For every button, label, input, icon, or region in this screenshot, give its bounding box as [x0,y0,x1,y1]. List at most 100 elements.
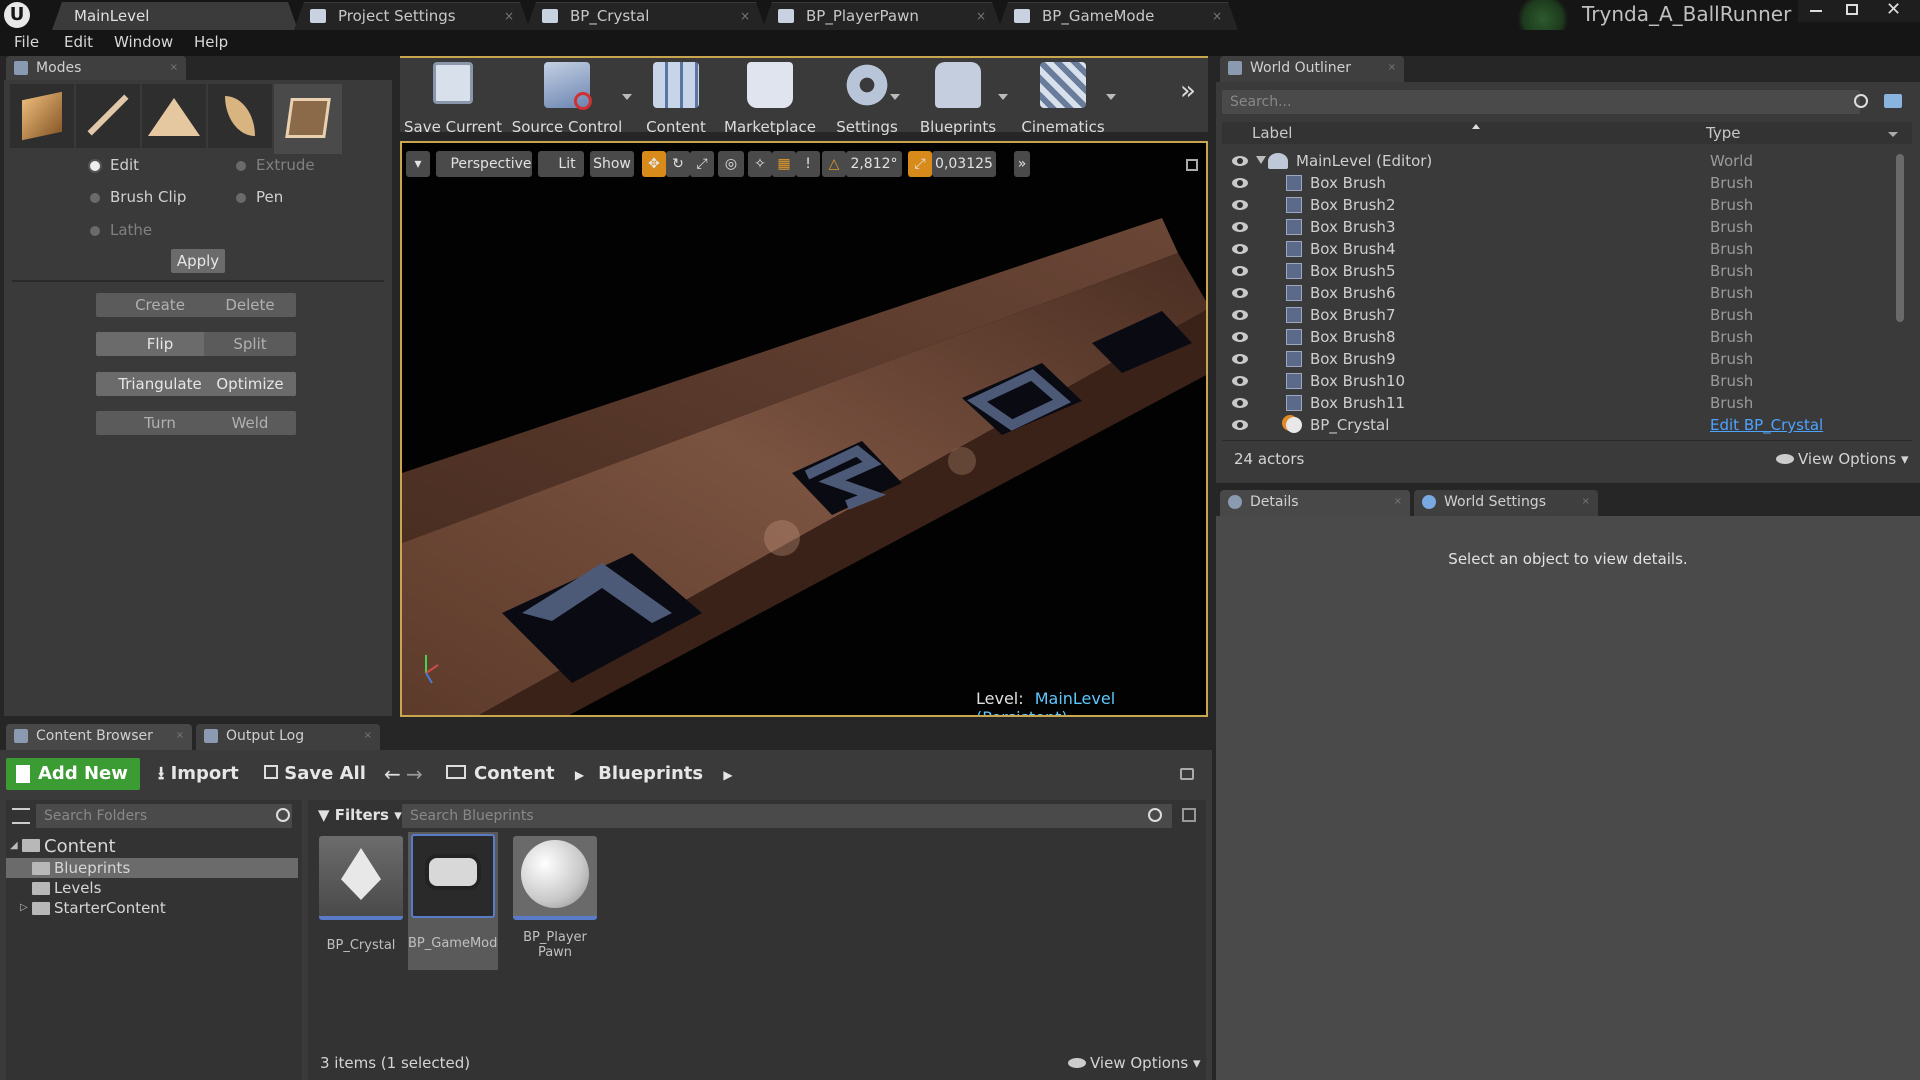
blueprints-button[interactable]: Blueprints [914,58,1002,140]
col-label[interactable]: Label [1252,124,1292,142]
rotation-snap-toggle[interactable]: △ [822,151,846,177]
save-current-button[interactable]: Save Current [404,58,502,140]
expand-arrow-icon[interactable]: ◢ [10,840,18,851]
grid-snap-button[interactable]: ▦ [772,151,796,177]
tab-modes[interactable]: Modes × [6,56,186,80]
asset-view-options[interactable]: View Options ▾ [1068,1054,1201,1072]
close-icon[interactable]: × [976,3,986,29]
list-item[interactable]: Box Brush Brush [1222,172,1902,194]
save-search-icon[interactable] [1182,808,1196,822]
split-button[interactable]: Split [204,332,296,356]
breadcrumb-blueprints[interactable]: Blueprints [598,763,703,784]
rotation-snap-value[interactable]: 2,812° [846,151,902,177]
visibility-eye-icon[interactable] [1232,222,1248,232]
tab-output-log[interactable]: Output Log × [196,724,380,750]
sources-toggle-icon[interactable] [12,808,30,824]
list-item[interactable]: Box Brush4 Brush [1222,238,1902,260]
radio-brush-clip[interactable]: Brush Clip [89,188,186,206]
close-icon[interactable]: × [740,3,750,29]
visibility-eye-icon[interactable] [1232,178,1248,188]
chevron-down-icon[interactable] [622,94,632,100]
close-window-icon[interactable]: ✕ [1886,0,1901,20]
visibility-eye-icon[interactable] [1232,288,1248,298]
toolbar-overflow-icon[interactable]: » [1180,76,1196,106]
mode-landscape-button[interactable] [142,84,206,148]
chevron-down-icon[interactable] [1888,132,1898,137]
translate-tool-button[interactable]: ✥ [642,151,666,177]
list-item[interactable]: Box Brush6 Brush [1222,282,1902,304]
surface-snap-button[interactable]: ✧ [748,151,772,177]
visibility-eye-icon[interactable] [1232,398,1248,408]
apply-button[interactable]: Apply [171,249,225,273]
back-arrow-icon[interactable]: ← [384,762,401,786]
cinematics-button[interactable]: Cinematics [1016,58,1110,140]
scale-snap-value[interactable]: 0,03125 [932,151,996,177]
col-type[interactable]: Type [1706,124,1740,142]
folder-blueprints[interactable]: Blueprints [32,859,130,877]
folder-content[interactable]: Content [22,836,116,857]
viewport-options-button[interactable]: ▾ [406,151,430,177]
visibility-eye-icon[interactable] [1232,244,1248,254]
maximize-icon[interactable] [1846,4,1858,15]
menu-window[interactable]: Window [114,33,173,51]
list-item[interactable]: MainLevel (Editor) World [1222,150,1902,172]
mode-foliage-button[interactable] [208,84,272,148]
list-item[interactable]: Box Brush11 Brush [1222,392,1902,414]
close-icon[interactable]: × [170,56,178,80]
marketplace-button[interactable]: Marketplace [722,58,818,140]
source-control-button[interactable]: Source Control [508,58,626,140]
tab-bp-player-pawn[interactable]: BP_PlayerPawn × [762,2,1002,30]
chevron-down-icon[interactable] [998,94,1008,100]
radio-edit[interactable]: Edit [89,156,139,174]
scale-snap-toggle[interactable]: ⤢ [908,151,932,177]
tab-details[interactable]: Details × [1220,490,1410,516]
close-icon[interactable]: × [1388,56,1396,80]
asset-tile[interactable]: BP_Player Pawn [510,834,600,970]
edit-blueprint-link[interactable]: Edit BP_Crystal [1710,414,1823,434]
scale-tool-button[interactable]: ⤢ [690,151,714,177]
tab-world-outliner[interactable]: World Outliner × [1220,56,1404,82]
visibility-eye-icon[interactable] [1232,200,1248,210]
forward-arrow-icon[interactable]: → [406,762,423,786]
world-space-button[interactable]: ◎ [718,151,744,177]
content-button[interactable]: Content [636,58,716,140]
list-item[interactable]: BP_Crystal Edit BP_Crystal [1222,414,1902,434]
menu-help[interactable]: Help [194,33,228,51]
optimize-button[interactable]: Optimize [204,372,296,396]
radio-pen[interactable]: Pen [235,188,283,206]
minimize-icon[interactable] [1810,10,1822,12]
search-icon[interactable] [1854,94,1868,108]
show-button[interactable]: Show [590,151,634,177]
visibility-eye-icon[interactable] [1232,156,1248,166]
create-folder-icon[interactable] [1884,94,1902,108]
level-viewport[interactable]: ▾ Perspective Lit Show ✥ ↻ ⤢ ◎ ✧ ▦ ! △ 2… [400,141,1208,717]
rotate-tool-button[interactable]: ↻ [666,151,690,177]
chevron-down-icon[interactable] [1106,94,1116,100]
radio-lathe[interactable]: Lathe [89,221,152,239]
list-item[interactable]: Box Brush2 Brush [1222,194,1902,216]
mode-placement-button[interactable] [10,84,74,148]
search-folders-input[interactable]: Search Folders [36,804,292,828]
visibility-eye-icon[interactable] [1232,310,1248,320]
save-all-button[interactable]: Save All [264,758,366,790]
filters-button[interactable]: ▼ Filters ▾ [318,806,402,824]
tab-world-settings[interactable]: World Settings × [1414,490,1598,516]
tab-project-settings[interactable]: Project Settings × [294,2,530,30]
add-new-button[interactable]: Add New ▾ [6,758,140,816]
search-icon[interactable] [1148,808,1162,822]
visibility-eye-icon[interactable] [1232,332,1248,342]
close-icon[interactable]: × [1212,3,1222,29]
breadcrumb-separator-icon[interactable]: ▶ [723,768,732,782]
asset-tile-selected[interactable]: BP_GameMode [408,832,498,970]
folder-starter-content[interactable]: StarterContent [32,899,166,917]
close-icon[interactable]: × [364,724,372,748]
expand-arrow-icon[interactable]: ▷ [20,902,28,913]
outliner-view-options[interactable]: View Options ▾ [1776,450,1909,468]
list-item[interactable]: Box Brush10 Brush [1222,370,1902,392]
close-icon[interactable]: × [1582,490,1590,514]
outliner-search-input[interactable]: Search... [1222,90,1860,114]
import-button[interactable]: ⭳ Import [158,758,239,790]
folder-levels[interactable]: Levels [32,879,101,897]
tab-bp-crystal[interactable]: BP_Crystal × [526,2,766,30]
breadcrumb-separator-icon[interactable]: ▶ [575,768,584,782]
